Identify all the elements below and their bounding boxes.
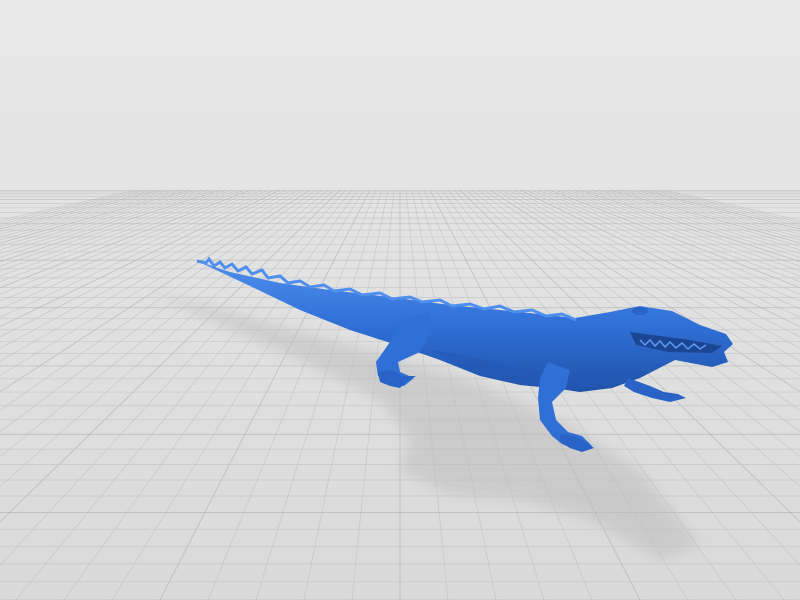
3d-viewport[interactable] (0, 0, 800, 600)
alligator-eye (632, 307, 648, 315)
